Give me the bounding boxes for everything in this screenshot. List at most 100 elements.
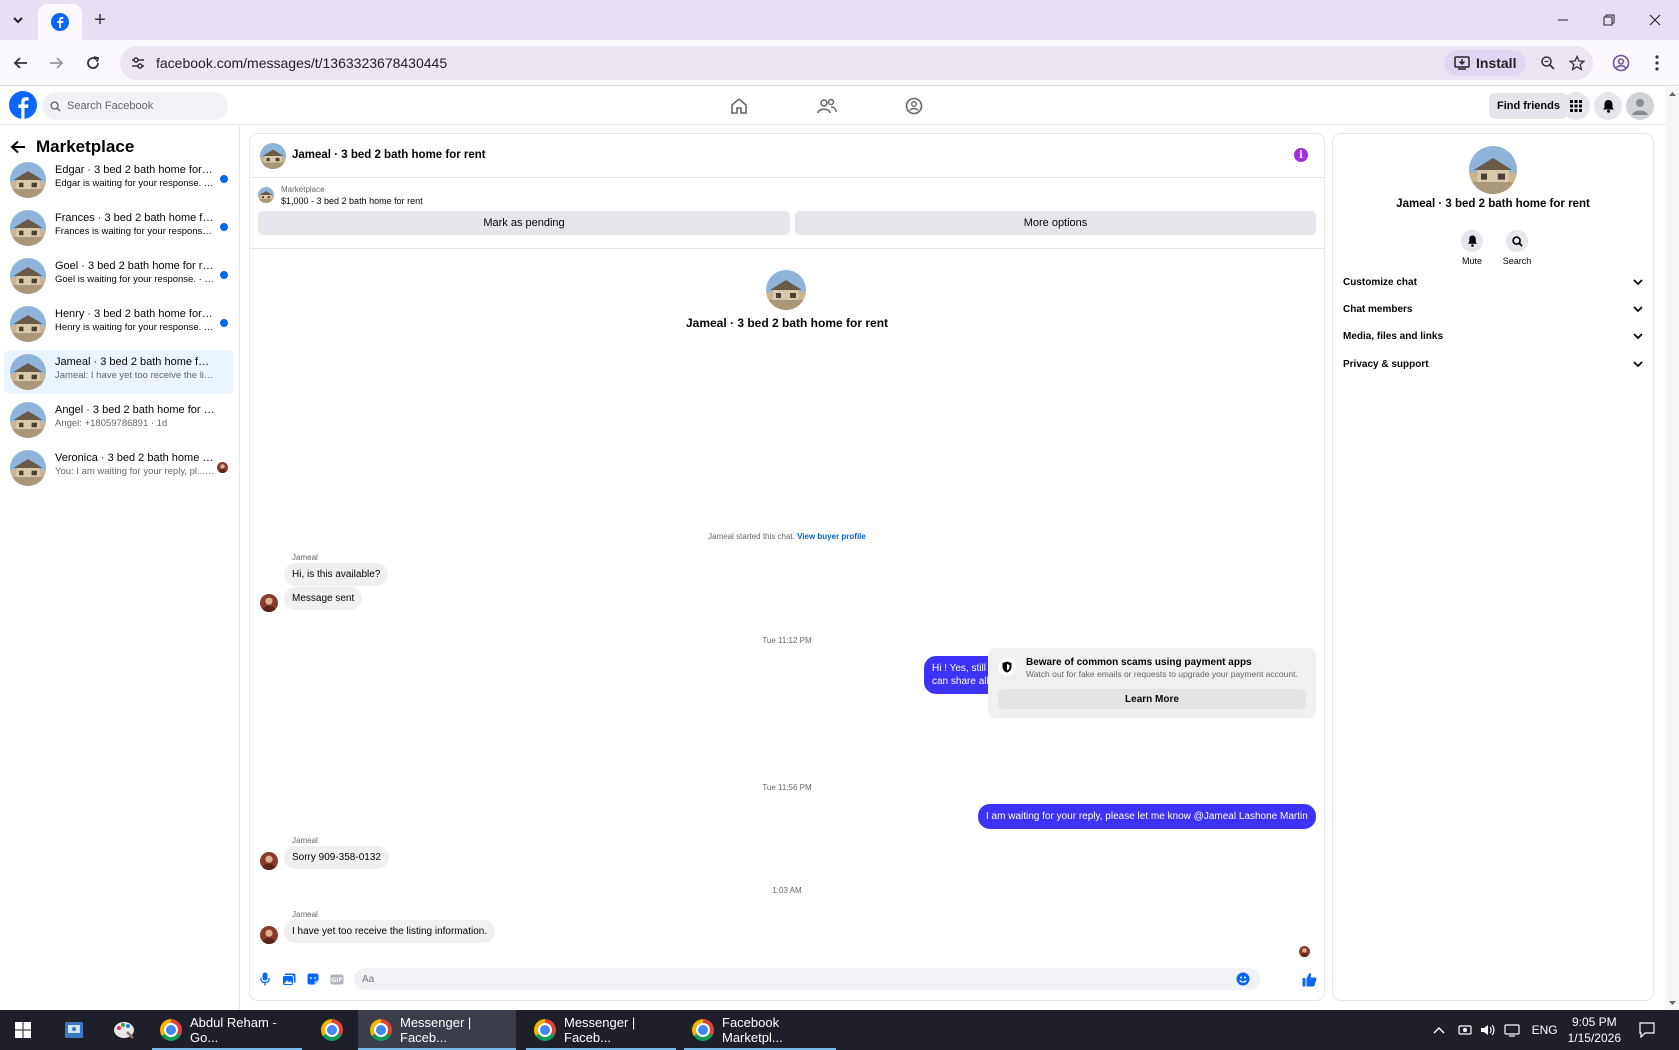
search-in-conversation-button[interactable]: Search [1497, 230, 1537, 266]
taskbar-app-messenger[interactable]: Messenger | Faceb... [526, 1010, 676, 1050]
new-tab-button[interactable]: + [88, 8, 112, 32]
media-files-links-row[interactable]: Media, files and links [1343, 325, 1643, 347]
svg-text:GIF: GIF [331, 977, 342, 984]
chat-window: Jameal · 3 bed 2 bath home for rent i Ma… [250, 134, 1324, 1000]
browser-toolbar: facebook.com/messages/t/1363323678430445… [0, 40, 1679, 86]
facebook-search-input[interactable]: Search Facebook [42, 92, 228, 120]
microphone-icon[interactable] [256, 970, 274, 988]
listing-thumbnail [10, 402, 46, 438]
conversation-title: Frances · 3 bed 2 bath home for ... [55, 212, 215, 224]
tab-search-chevron-icon[interactable] [6, 8, 30, 32]
site-info-icon[interactable] [128, 53, 148, 73]
conversation-item[interactable]: Veronica · 3 bed 2 bath home fo... You: … [4, 446, 234, 490]
scroll-down-arrow-icon[interactable] [1666, 998, 1679, 1008]
windows-start-icon[interactable] [0, 1010, 46, 1050]
learn-more-button[interactable]: Learn More [998, 689, 1306, 709]
conversation-item[interactable]: Frances · 3 bed 2 bath home for ... Fran… [4, 206, 234, 250]
taskbar-app-chrome-pinned[interactable] [312, 1010, 352, 1050]
meet-now-icon[interactable] [1457, 1023, 1472, 1037]
search-icon [50, 100, 61, 112]
conversation-item-active[interactable]: Jameal · 3 bed 2 bath home for rent Jame… [4, 350, 234, 394]
outgoing-message-text: I am waiting for your reply, please let … [986, 811, 1308, 822]
browser-menu-icon[interactable] [1646, 52, 1668, 74]
chat-started-notice: Jameal started this chat. View buyer pro… [250, 532, 1324, 541]
notifications-bell-icon[interactable] [1594, 92, 1622, 120]
scam-warning-text: Watch out for fake emails or requests to… [1026, 669, 1298, 679]
conversation-item[interactable]: Edgar · 3 bed 2 bath home for rent Edgar… [4, 158, 234, 202]
more-options-button[interactable]: More options [795, 211, 1316, 235]
find-friends-button[interactable]: Find friends [1489, 93, 1568, 119]
gif-icon[interactable]: GIF [328, 970, 346, 988]
taskbar-clock[interactable]: 9:05 PM 1/15/2026 [1568, 1014, 1621, 1046]
listing-thumbnail[interactable] [260, 143, 286, 169]
listing-thumbnail[interactable] [258, 187, 274, 203]
incoming-message[interactable]: Sorry 909-358-0132 [284, 846, 389, 869]
sender-avatar[interactable] [260, 852, 278, 870]
conversation-preview: Frances is waiting for your response. · … [55, 226, 215, 237]
view-buyer-profile-link[interactable]: View buyer profile [797, 532, 866, 541]
conversation-preview: Henry is waiting for your response. · 13… [55, 322, 215, 333]
chevron-down-icon [1633, 360, 1643, 367]
taskbar-app-marketplace[interactable]: Facebook Marketpl... [684, 1010, 836, 1050]
tray-chevron-up-icon[interactable] [1432, 1025, 1446, 1035]
minimize-window-icon[interactable] [1540, 0, 1586, 40]
privacy-support-row[interactable]: Privacy & support [1343, 353, 1643, 375]
taskbar-app-chrome[interactable]: Abdul Reham - Go... [152, 1010, 302, 1050]
menu-grid-icon[interactable] [1562, 92, 1590, 120]
customize-chat-row[interactable]: Customize chat [1343, 271, 1643, 293]
listing-thumbnail [10, 450, 46, 486]
chevron-down-icon [1633, 278, 1643, 285]
incoming-message[interactable]: Message sent [284, 587, 363, 610]
restore-window-icon[interactable] [1586, 0, 1632, 40]
network-icon[interactable] [1503, 1023, 1520, 1037]
close-window-icon[interactable] [1632, 0, 1678, 40]
search-label: Search [1502, 256, 1532, 266]
sender-avatar[interactable] [260, 926, 278, 944]
conversation-item[interactable]: Goel · 3 bed 2 bath home for rent Goel i… [4, 254, 234, 298]
photo-gallery-icon[interactable] [280, 970, 298, 988]
reload-icon[interactable] [79, 49, 107, 77]
groups-icon[interactable] [901, 93, 927, 119]
address-bar[interactable]: facebook.com/messages/t/1363323678430445… [120, 46, 1593, 80]
forward-arrow-icon[interactable] [42, 49, 70, 77]
back-arrow-icon[interactable] [7, 49, 35, 77]
account-avatar-icon[interactable] [1626, 92, 1654, 120]
outgoing-message[interactable]: I am waiting for your reply, please let … [978, 804, 1316, 829]
zoom-icon[interactable] [1537, 52, 1559, 74]
message-input[interactable] [354, 968, 1260, 990]
install-app-button[interactable]: Install [1444, 50, 1527, 76]
paint-app-icon[interactable] [104, 1010, 144, 1050]
row-label: Privacy & support [1343, 358, 1429, 370]
incoming-message[interactable]: I have yet too receive the listing infor… [284, 920, 496, 943]
mute-button[interactable]: Mute [1452, 230, 1492, 266]
language-indicator[interactable]: ENG [1532, 1023, 1558, 1037]
incoming-message[interactable]: Hi, is this available? [284, 563, 389, 586]
conversation-title: Edgar · 3 bed 2 bath home for rent [55, 164, 215, 176]
emoji-icon[interactable] [1234, 970, 1252, 988]
listing-price-title[interactable]: $1,000 - 3 bed 2 bath home for rent [281, 196, 423, 206]
search-icon [1506, 230, 1528, 252]
marketplace-sidebar: Marketplace Edgar · 3 bed 2 bath home fo… [0, 126, 240, 1010]
home-icon[interactable] [726, 93, 752, 119]
thumbs-up-icon[interactable] [1300, 970, 1318, 988]
scroll-up-arrow-icon[interactable] [1666, 89, 1679, 99]
facebook-logo-icon[interactable] [9, 91, 37, 119]
page-scrollbar[interactable] [1666, 87, 1679, 1010]
sticker-icon[interactable] [304, 970, 322, 988]
volume-icon[interactable] [1480, 1023, 1496, 1037]
sender-avatar[interactable] [260, 594, 278, 612]
bookmark-star-icon[interactable] [1566, 52, 1588, 74]
conversation-info-icon[interactable]: i [1294, 148, 1308, 162]
chat-title[interactable]: Jameal · 3 bed 2 bath home for rent [292, 149, 486, 161]
profile-icon[interactable] [1610, 52, 1632, 74]
conversation-item[interactable]: Henry · 3 bed 2 bath home for re... Henr… [4, 302, 234, 346]
browser-tab-facebook[interactable] [38, 4, 82, 40]
notification-center-icon[interactable] [1639, 1022, 1655, 1038]
taskbar-app-messenger-active[interactable]: Messenger | Faceb... [358, 1010, 516, 1050]
file-app-icon[interactable] [54, 1010, 94, 1050]
chat-members-row[interactable]: Chat members [1343, 298, 1643, 320]
back-arrow-icon[interactable] [10, 140, 26, 154]
conversation-item[interactable]: Angel · 3 bed 2 bath home for rent Angel… [4, 398, 234, 442]
mark-as-pending-button[interactable]: Mark as pending [258, 211, 790, 235]
friends-icon[interactable] [814, 93, 840, 119]
